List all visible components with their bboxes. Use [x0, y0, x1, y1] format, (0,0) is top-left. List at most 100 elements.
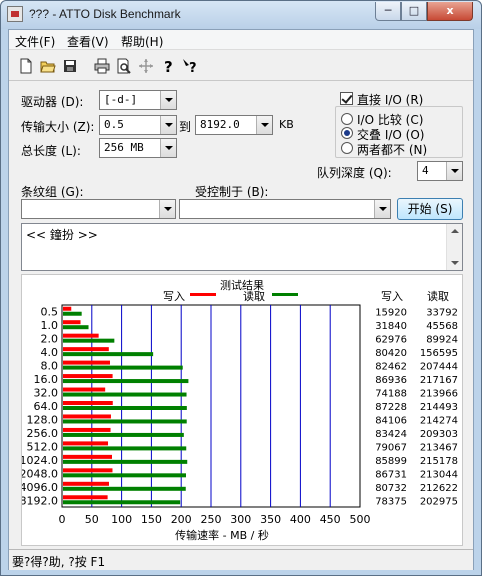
- drive-label: 驱动器 (D):: [21, 95, 84, 109]
- help-icon[interactable]: ?: [159, 57, 177, 75]
- scroll-up-icon[interactable]: [451, 229, 459, 233]
- y-tick-label: 2048.0: [22, 467, 58, 480]
- results-panel: 测试结果 写入 读取 写入 读取 0 50 100 150 200 250 300 350 400 450 5…: [20, 274, 463, 546]
- transfer-size-label: 传输大小 (Z):: [21, 120, 95, 134]
- close-button[interactable]: x: [427, 2, 473, 21]
- description-scrollbar[interactable]: [446, 224, 462, 270]
- x-tick-label: 500: [350, 513, 371, 526]
- y-tick-label: 512.0: [27, 440, 59, 453]
- transfer-from-select[interactable]: 0.5: [99, 115, 177, 135]
- write-value: 84106: [375, 415, 407, 426]
- read-value: 215178: [420, 456, 458, 467]
- read-bar: [63, 338, 115, 343]
- read-bar: [63, 419, 187, 424]
- description-textarea[interactable]: << 鐘扮 >>: [21, 223, 463, 271]
- write-value: 80732: [375, 483, 407, 494]
- read-value: 213966: [420, 389, 458, 400]
- io-compare-radio[interactable]: [341, 113, 353, 125]
- chevron-down-icon[interactable]: [446, 162, 462, 180]
- y-tick-label: 8192.0: [22, 494, 58, 507]
- client-area: 文件(F) 查看(V) 帮助(H) ? ? 驱动器 (D): [-d-] 传输大…: [8, 29, 474, 570]
- print-preview-icon[interactable]: [115, 57, 133, 75]
- new-file-icon[interactable]: [17, 57, 35, 75]
- write-bar: [63, 427, 111, 432]
- read-value: 209303: [420, 429, 458, 440]
- menu-view[interactable]: 查看(V): [67, 33, 109, 50]
- controlled-by-select[interactable]: [179, 199, 391, 219]
- y-tick-label: 8.0: [41, 360, 59, 373]
- write-value: 78375: [375, 496, 407, 507]
- context-help-icon[interactable]: ?: [181, 57, 199, 75]
- read-bar: [63, 486, 186, 491]
- chevron-down-icon[interactable]: [160, 91, 176, 109]
- direct-io-checkbox[interactable]: [340, 92, 353, 105]
- title-bar[interactable]: ??? - ATTO Disk Benchmark ─ □ x: [1, 1, 481, 29]
- read-bar: [63, 432, 184, 437]
- write-bar: [63, 414, 111, 419]
- chevron-down-icon[interactable]: [160, 116, 176, 134]
- chevron-down-icon[interactable]: [160, 139, 176, 157]
- write-bar: [63, 360, 110, 365]
- drive-select[interactable]: [-d-]: [99, 90, 177, 110]
- write-value: 31840: [375, 321, 407, 332]
- y-tick-label: 4.0: [41, 346, 59, 359]
- x-tick-label: 50: [85, 513, 99, 526]
- read-value: 156595: [420, 348, 458, 359]
- read-bar: [63, 500, 181, 505]
- legend-write-swatch: [190, 293, 216, 296]
- menu-file[interactable]: 文件(F): [15, 33, 55, 50]
- transfer-to-value: 8192.0: [200, 118, 240, 131]
- write-value: 15920: [375, 308, 407, 319]
- total-length-label: 总长度 (L):: [21, 144, 81, 158]
- stripe-group-select[interactable]: [21, 199, 176, 219]
- open-folder-icon[interactable]: [39, 57, 57, 75]
- description-text: << 鐘扮 >>: [26, 228, 98, 242]
- move-icon[interactable]: [137, 57, 155, 75]
- write-value: 86731: [375, 469, 407, 480]
- read-bar: [63, 379, 189, 384]
- total-length-value: 256 MB: [104, 141, 144, 154]
- overlap-io-radio[interactable]: [341, 127, 353, 139]
- write-bar: [63, 347, 109, 352]
- write-bar: [63, 441, 109, 446]
- start-button[interactable]: 开始 (S): [397, 198, 463, 220]
- write-column-header: 写入: [381, 290, 403, 303]
- x-tick-label: 0: [59, 513, 66, 526]
- y-tick-label: 32.0: [34, 387, 59, 400]
- x-axis-label: 传输速率 - MB / 秒: [175, 528, 269, 542]
- y-tick-label: 16.0: [34, 373, 59, 386]
- read-bar: [63, 365, 183, 370]
- chevron-down-icon[interactable]: [374, 200, 390, 218]
- total-length-select[interactable]: 256 MB: [99, 138, 177, 158]
- y-tick-label: 1024.0: [22, 454, 58, 467]
- scroll-down-icon[interactable]: [451, 261, 459, 265]
- app-icon[interactable]: [7, 6, 23, 22]
- read-value: 213044: [420, 469, 458, 480]
- read-value: 45568: [426, 321, 458, 332]
- y-tick-label: 1.0: [41, 319, 59, 332]
- queue-depth-value: 4: [422, 164, 429, 177]
- menu-help[interactable]: 帮助(H): [121, 33, 163, 50]
- print-icon[interactable]: [93, 57, 111, 75]
- chevron-down-icon[interactable]: [159, 200, 175, 218]
- maximize-button[interactable]: □: [401, 2, 427, 21]
- to-label: 到: [179, 120, 192, 134]
- x-tick-label: 300: [230, 513, 251, 526]
- save-icon[interactable]: [61, 57, 79, 75]
- write-value: 62976: [375, 335, 407, 346]
- minimize-button[interactable]: ─: [375, 2, 401, 21]
- neither-radio[interactable]: [341, 142, 353, 154]
- neither-label[interactable]: 两者都不 (N): [357, 141, 427, 158]
- write-value: 80420: [375, 348, 407, 359]
- read-value: 202975: [420, 496, 458, 507]
- read-value: 89924: [426, 335, 458, 346]
- read-column-header: 读取: [427, 289, 449, 303]
- write-bar: [63, 401, 113, 405]
- chevron-down-icon[interactable]: [256, 116, 272, 134]
- transfer-to-select[interactable]: 8192.0: [195, 115, 273, 135]
- write-value: 87228: [375, 402, 407, 413]
- y-tick-label: 128.0: [27, 413, 59, 426]
- transfer-from-value: 0.5: [104, 118, 124, 131]
- write-bar: [63, 333, 99, 338]
- queue-depth-select[interactable]: 4: [417, 161, 463, 181]
